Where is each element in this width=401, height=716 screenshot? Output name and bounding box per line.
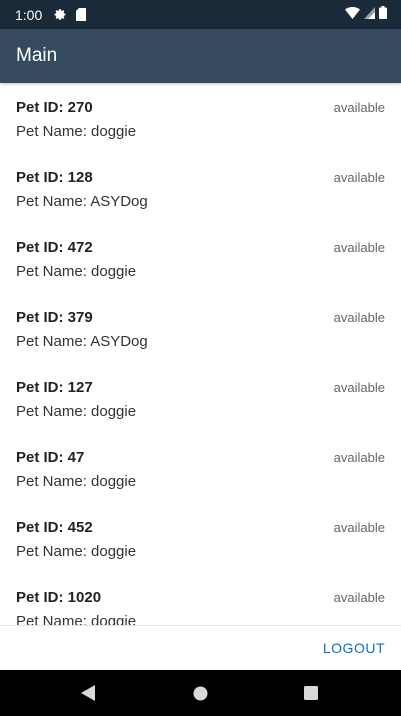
pet-status: available bbox=[333, 450, 385, 465]
status-bar: 1:00 bbox=[0, 0, 401, 29]
pet-status: available bbox=[333, 380, 385, 395]
status-right-icons bbox=[345, 5, 387, 24]
pet-status: available bbox=[333, 590, 385, 605]
pet-name: Pet Name: doggie bbox=[16, 543, 137, 560]
pet-name: Pet Name: ASYDog bbox=[16, 193, 148, 210]
pet-name: Pet Name: doggie bbox=[16, 613, 137, 625]
settings-icon bbox=[54, 8, 67, 21]
app-bar: Main bbox=[0, 29, 401, 83]
pet-id: Pet ID: 127 bbox=[16, 379, 93, 396]
pet-id: Pet ID: 452 bbox=[16, 519, 93, 536]
list-item[interactable]: Pet ID: 1020 Pet Name: doggie available bbox=[0, 573, 401, 625]
pet-status: available bbox=[333, 520, 385, 535]
list-item[interactable]: Pet ID: 47 Pet Name: doggie available bbox=[0, 433, 401, 503]
pet-name: Pet Name: ASYDog bbox=[16, 333, 148, 350]
pet-list[interactable]: Pet ID: 270 Pet Name: doggie available P… bbox=[0, 83, 401, 625]
pet-id: Pet ID: 128 bbox=[16, 169, 93, 186]
pet-status: available bbox=[333, 100, 385, 115]
pet-id: Pet ID: 47 bbox=[16, 449, 85, 466]
sd-card-icon bbox=[76, 8, 87, 21]
pet-status: available bbox=[333, 170, 385, 185]
logout-button[interactable]: LOGOUT bbox=[323, 640, 385, 656]
list-item[interactable]: Pet ID: 379 Pet Name: ASYDog available bbox=[0, 293, 401, 363]
pet-id: Pet ID: 1020 bbox=[16, 589, 102, 606]
pet-name: Pet Name: doggie bbox=[16, 123, 137, 140]
navigation-bar bbox=[0, 670, 401, 716]
signal-icon bbox=[364, 6, 375, 24]
pet-id: Pet ID: 472 bbox=[16, 239, 93, 256]
pet-id: Pet ID: 270 bbox=[16, 99, 93, 116]
back-icon[interactable] bbox=[68, 670, 108, 716]
status-time: 1:00 bbox=[15, 6, 43, 23]
recents-icon[interactable] bbox=[291, 670, 331, 716]
list-item[interactable]: Pet ID: 128 Pet Name: ASYDog available bbox=[0, 153, 401, 223]
pet-name: Pet Name: doggie bbox=[16, 263, 137, 280]
list-item[interactable]: Pet ID: 472 Pet Name: doggie available bbox=[0, 223, 401, 293]
list-item[interactable]: Pet ID: 452 Pet Name: doggie available bbox=[0, 503, 401, 573]
pet-name: Pet Name: doggie bbox=[16, 473, 137, 490]
pet-name: Pet Name: doggie bbox=[16, 403, 137, 420]
home-icon[interactable] bbox=[180, 670, 220, 716]
page-title: Main bbox=[16, 45, 58, 66]
pet-status: available bbox=[333, 240, 385, 255]
footer-bar: LOGOUT bbox=[0, 625, 401, 670]
battery-icon bbox=[379, 5, 387, 24]
pet-status: available bbox=[333, 310, 385, 325]
wifi-icon bbox=[345, 6, 360, 24]
pet-id: Pet ID: 379 bbox=[16, 309, 93, 326]
list-item[interactable]: Pet ID: 127 Pet Name: doggie available bbox=[0, 363, 401, 433]
list-item[interactable]: Pet ID: 270 Pet Name: doggie available bbox=[0, 83, 401, 153]
